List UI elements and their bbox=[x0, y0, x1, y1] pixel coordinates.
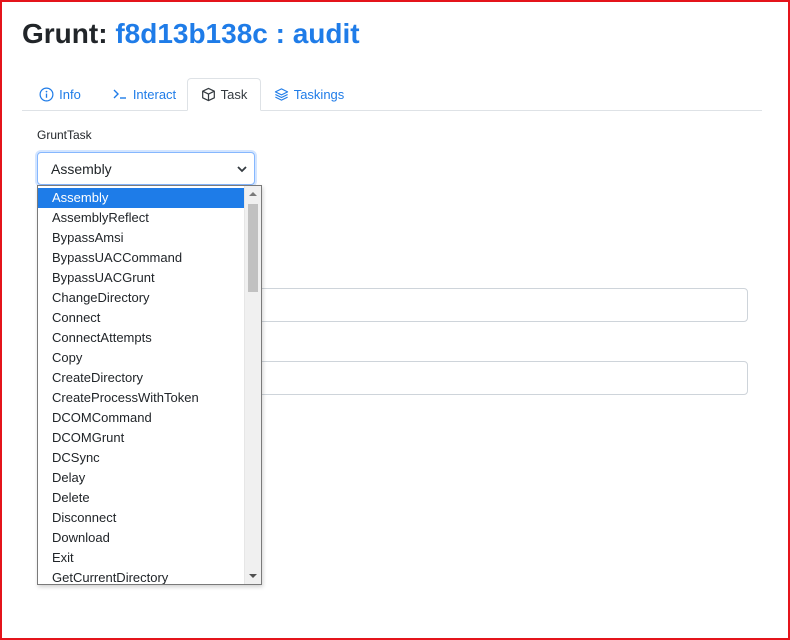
tab-task[interactable]: Task bbox=[187, 78, 261, 111]
dropdown-option[interactable]: Copy bbox=[38, 348, 245, 368]
dropdown-option[interactable]: Disconnect bbox=[38, 508, 245, 528]
tab-taskings[interactable]: Taskings bbox=[270, 78, 348, 110]
scroll-down-arrow-icon[interactable] bbox=[245, 568, 261, 584]
dropdown-option[interactable]: Download bbox=[38, 528, 245, 548]
terminal-icon bbox=[113, 89, 126, 99]
dropdown-option[interactable]: AssemblyReflect bbox=[38, 208, 245, 228]
page-title: Grunt: f8d13b138c : audit bbox=[22, 16, 360, 52]
dropdown-option[interactable]: Delete bbox=[38, 488, 245, 508]
grunttask-select[interactable]: Assembly bbox=[37, 152, 255, 185]
dropdown-option[interactable]: CreateDirectory bbox=[38, 368, 245, 388]
dropdown-option[interactable]: Connect bbox=[38, 308, 245, 328]
grunttask-dropdown-list[interactable]: Assembly AssemblyReflect BypassAmsi BypassU… bbox=[37, 185, 262, 585]
scroll-up-arrow-icon[interactable] bbox=[245, 186, 261, 202]
dropdown-option[interactable]: Delay bbox=[38, 468, 245, 488]
tab-task-label: Task bbox=[220, 87, 248, 102]
tab-interact-label: Interact bbox=[132, 86, 177, 102]
dropdown-option[interactable]: DCOMGrunt bbox=[38, 428, 245, 448]
tab-info-label: Info bbox=[59, 86, 81, 102]
dropdown-option[interactable]: GetCurrentDirectory bbox=[38, 568, 245, 584]
tab-bar: Info Interact Task Taskings bbox=[22, 78, 762, 111]
tab-info[interactable]: Info bbox=[28, 78, 92, 110]
tab-interact[interactable]: Interact bbox=[100, 78, 188, 110]
page-title-prefix: Grunt: bbox=[22, 18, 108, 49]
box-icon bbox=[201, 87, 215, 102]
chevron-down-icon bbox=[237, 166, 247, 173]
scrollbar-thumb[interactable] bbox=[248, 204, 258, 292]
dropdown-option[interactable]: Exit bbox=[38, 548, 245, 568]
tab-taskings-label: Taskings bbox=[293, 86, 345, 102]
dropdown-option[interactable]: BypassUACCommand bbox=[38, 248, 245, 268]
dropdown-option[interactable]: Assembly bbox=[38, 188, 245, 208]
grunttask-selected-value: Assembly bbox=[51, 160, 112, 177]
dropdown-option[interactable]: CreateProcessWithToken bbox=[38, 388, 245, 408]
dropdown-option[interactable]: ChangeDirectory bbox=[38, 288, 245, 308]
dropdown-option[interactable]: BypassUACGrunt bbox=[38, 268, 245, 288]
dropdown-option[interactable]: DCSync bbox=[38, 448, 245, 468]
dropdown-options: Assembly AssemblyReflect BypassAmsi BypassU… bbox=[38, 188, 245, 584]
layers-icon bbox=[274, 87, 288, 101]
dropdown-option[interactable]: DCOMCommand bbox=[38, 408, 245, 428]
dropdown-option[interactable]: ConnectAttempts bbox=[38, 328, 245, 348]
grunt-name-link[interactable]: f8d13b138c : audit bbox=[115, 18, 359, 49]
dropdown-scrollbar[interactable] bbox=[244, 186, 261, 584]
dropdown-option[interactable]: BypassAmsi bbox=[38, 228, 245, 248]
grunttask-label: GruntTask bbox=[37, 128, 92, 142]
info-icon bbox=[39, 87, 54, 101]
